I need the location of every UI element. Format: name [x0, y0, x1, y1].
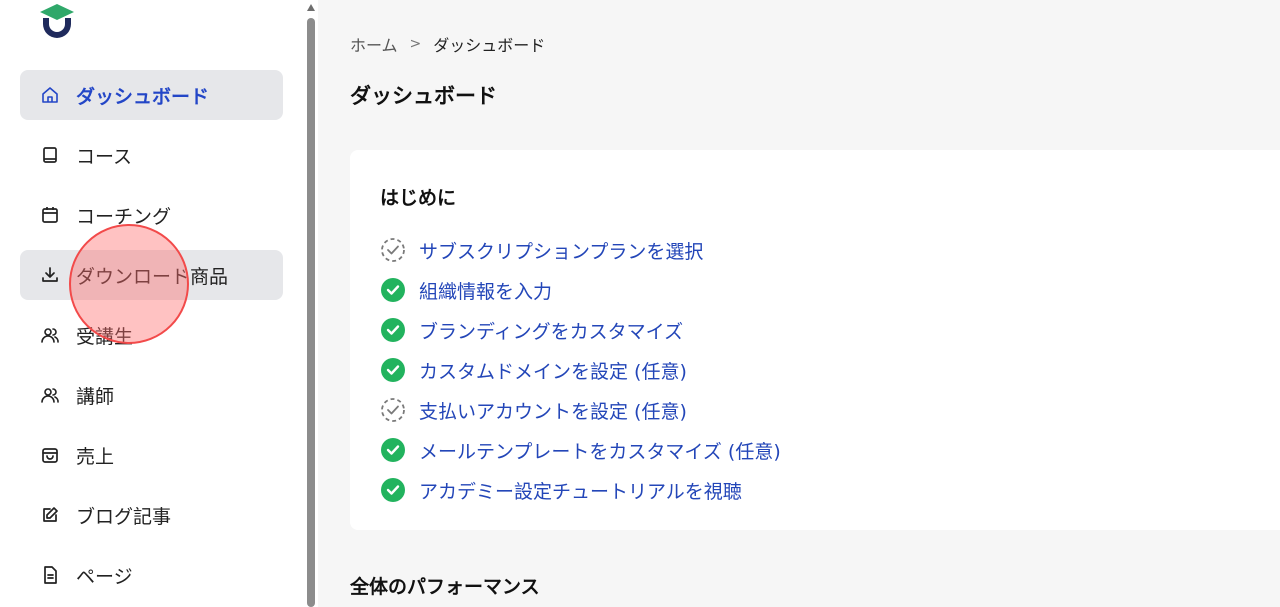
scroll-up-arrow-icon[interactable] [307, 4, 315, 11]
download-icon [40, 265, 60, 285]
getting-started-title: はじめに [380, 187, 457, 209]
users-icon [40, 385, 60, 405]
checklist-link[interactable]: メールテンプレートをカスタマイズ (任意) [419, 437, 781, 464]
sidebar-item-sales[interactable]: 売上 [20, 430, 283, 480]
breadcrumb-home-link[interactable]: ホーム [350, 32, 398, 56]
checklist-item-email-templates[interactable]: メールテンプレートをカスタマイズ (任意) [380, 430, 781, 470]
checklist-item-payment-account[interactable]: 支払いアカウントを設定 (任意) [380, 390, 781, 430]
pending-check-icon [380, 397, 406, 423]
checklist-item-branding[interactable]: ブランディングをカスタマイズ [380, 310, 781, 350]
pending-check-icon [380, 237, 406, 263]
page-title: ダッシュボード [350, 84, 497, 108]
checklist-link[interactable]: ブランディングをカスタマイズ [419, 317, 683, 344]
sidebar-item-label: ダッシュボード [76, 85, 210, 108]
edit-icon [40, 505, 60, 525]
home-icon [40, 85, 60, 105]
sidebar-item-pages[interactable]: ページ [20, 550, 283, 600]
sidebar-item-label: コース [76, 145, 133, 168]
completed-check-icon [380, 437, 406, 463]
checklist-link[interactable]: サブスクリプションプランを選択 [419, 237, 703, 264]
main-content: ホーム > ダッシュボード ダッシュボード はじめに サブスクリプションプランを… [318, 0, 1280, 607]
sidebar-scrollbar[interactable] [304, 0, 318, 607]
completed-check-icon [380, 477, 406, 503]
checklist-item-organization[interactable]: 組織情報を入力 [380, 270, 781, 310]
click-indicator [69, 224, 189, 344]
checklist-link[interactable]: アカデミー設定チュートリアルを視聴 [419, 477, 742, 504]
shopping-bag-icon [40, 445, 60, 465]
checklist-item-tutorial[interactable]: アカデミー設定チュートリアルを視聴 [380, 470, 781, 510]
completed-check-icon [380, 317, 406, 343]
checklist-item-custom-domain[interactable]: カスタムドメインを設定 (任意) [380, 350, 781, 390]
calendar-icon [40, 205, 60, 225]
completed-check-icon [380, 277, 406, 303]
sidebar-item-label: 売上 [76, 445, 115, 468]
sidebar-item-label: ページ [76, 565, 133, 588]
breadcrumb: ホーム > ダッシュボード [350, 32, 545, 56]
sidebar-item-dashboard[interactable]: ダッシュボード [20, 70, 283, 120]
performance-section-title: 全体のパフォーマンス [350, 576, 540, 598]
breadcrumb-separator: > [409, 36, 422, 52]
sidebar-item-label: 講師 [76, 385, 115, 408]
users-icon [40, 325, 60, 345]
getting-started-card: はじめに サブスクリプションプランを選択 組織情報を入力 ブランディングをカスタ… [350, 150, 1280, 530]
getting-started-checklist: サブスクリプションプランを選択 組織情報を入力 ブランディングをカスタマイズ カ… [380, 230, 781, 510]
checklist-link[interactable]: 支払いアカウントを設定 (任意) [419, 397, 687, 424]
document-icon [40, 565, 60, 585]
completed-check-icon [380, 357, 406, 383]
sidebar-item-courses[interactable]: コース [20, 130, 283, 180]
sidebar-item-blog[interactable]: ブログ記事 [20, 490, 283, 540]
checklist-link[interactable]: 組織情報を入力 [419, 277, 552, 304]
book-icon [40, 145, 60, 165]
checklist-item-subscription[interactable]: サブスクリプションプランを選択 [380, 230, 781, 270]
breadcrumb-current: ダッシュボード [433, 36, 546, 55]
sidebar-item-instructors[interactable]: 講師 [20, 370, 283, 420]
sidebar-item-label: ブログ記事 [76, 505, 172, 528]
academy-logo-icon[interactable] [40, 4, 74, 40]
checklist-link[interactable]: カスタムドメインを設定 (任意) [419, 357, 687, 384]
scroll-thumb[interactable] [307, 18, 315, 607]
